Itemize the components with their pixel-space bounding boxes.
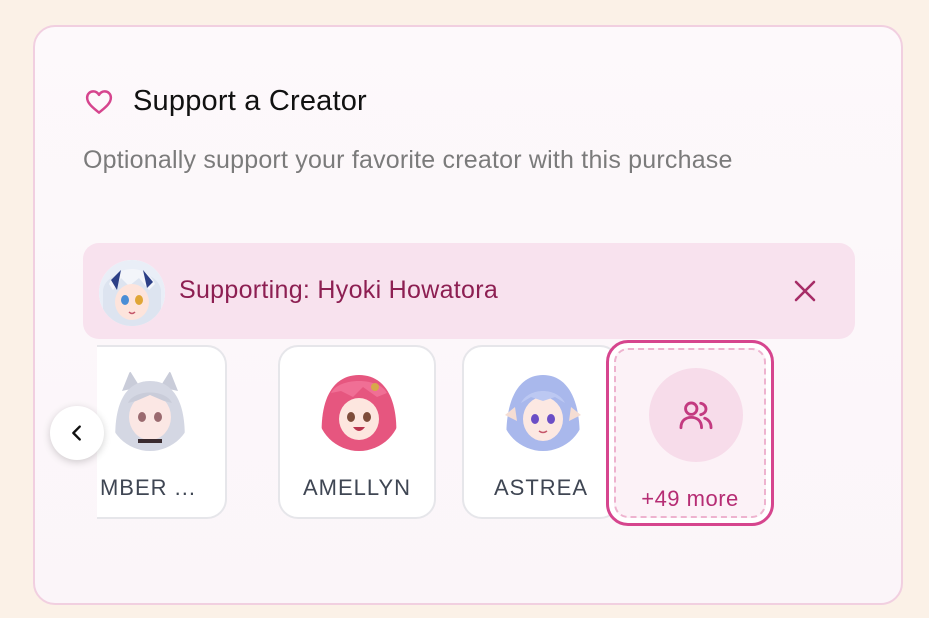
- creator-card-2[interactable]: AMELLYN: [278, 345, 436, 519]
- users-icon: [679, 401, 713, 430]
- chevron-left-icon: [72, 425, 81, 441]
- creator-name: ASTREA: [493, 475, 589, 500]
- creator-name: MBER ...: [99, 475, 196, 500]
- creator-card-1[interactable]: MBER ...: [97, 345, 227, 519]
- card-subtitle: Optionally support your favorite creator…: [83, 146, 733, 174]
- close-icon[interactable]: [788, 274, 822, 308]
- more-creators-label: +49 more: [641, 486, 739, 511]
- supporting-banner: Supporting: Hyoki Howatora: [83, 243, 855, 339]
- carousel-prev-button[interactable]: [50, 406, 104, 460]
- supporting-avatar: [99, 260, 165, 326]
- creator-avatar: [317, 367, 401, 451]
- supporting-label: Supporting: Hyoki Howatora: [179, 276, 499, 304]
- creator-avatar: [501, 367, 585, 451]
- creator-carousel: MBER ... AMELLYN ASTREA +49 more: [97, 340, 775, 530]
- users-icon-circle: [649, 368, 743, 462]
- card-title: Support a Creator: [133, 85, 367, 117]
- heart-icon: [85, 89, 113, 114]
- more-creators-inner: +49 more: [614, 348, 766, 518]
- creator-card-3[interactable]: ASTREA: [462, 345, 620, 519]
- creator-avatar: [108, 367, 192, 451]
- more-creators-button[interactable]: +49 more: [606, 340, 774, 526]
- card-header: Support a Creator: [83, 85, 367, 118]
- creator-name: AMELLYN: [302, 475, 412, 500]
